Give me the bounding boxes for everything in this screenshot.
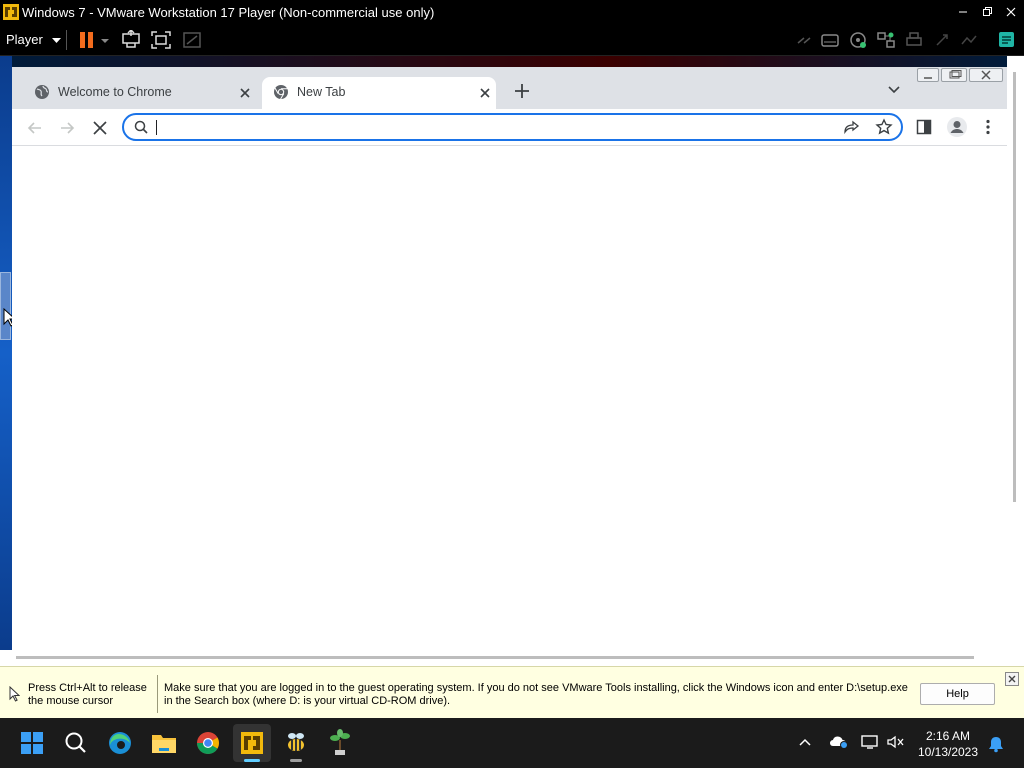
onedrive-icon[interactable] xyxy=(829,734,849,750)
edge-icon[interactable] xyxy=(101,724,139,762)
chrome-minimize-button[interactable] xyxy=(917,68,939,82)
notice-close-icon[interactable] xyxy=(1005,672,1019,686)
tab-title: Welcome to Chrome xyxy=(58,85,172,99)
hard-disk-icon[interactable] xyxy=(819,30,841,50)
chrome-icon xyxy=(273,84,289,100)
pause-icon[interactable] xyxy=(76,30,98,50)
cd-rom-icon[interactable] xyxy=(847,30,869,50)
guest-scroll-handle[interactable] xyxy=(0,272,11,340)
tab-new-tab[interactable]: New Tab xyxy=(262,77,496,109)
start-icon[interactable] xyxy=(13,724,51,762)
active-app-indicator xyxy=(244,759,260,762)
cursor-release-hint: Press Ctrl+Alt to release the mouse curs… xyxy=(28,682,147,707)
volume-muted-icon[interactable] xyxy=(886,734,906,750)
chevron-down-icon xyxy=(52,37,62,44)
restore-button[interactable] xyxy=(975,0,999,24)
tools-install-message: Make sure that you are logged in to the … xyxy=(164,682,908,707)
notice-divider xyxy=(157,675,158,713)
toolbar-divider xyxy=(66,30,67,50)
search-icon[interactable] xyxy=(57,724,95,762)
clock-time: 2:16 AM xyxy=(925,729,971,743)
guest-display[interactable]: Welcome to Chrome New Tab xyxy=(0,56,1024,666)
sound-card-icon[interactable] xyxy=(958,30,980,50)
usb-device-icon[interactable] xyxy=(931,30,953,50)
search-icon xyxy=(134,120,148,134)
send-ctrl-alt-del-icon[interactable] xyxy=(120,30,142,50)
network-adapter-icon[interactable] xyxy=(875,30,897,50)
tab-welcome-to-chrome[interactable]: Welcome to Chrome xyxy=(24,77,262,109)
message-log-icon[interactable] xyxy=(996,30,1018,50)
cursor-hint-icon xyxy=(9,686,20,702)
guest-vertical-scrollbar[interactable] xyxy=(1007,56,1024,650)
side-panel-icon[interactable] xyxy=(916,119,932,135)
tab-close-icon[interactable] xyxy=(478,86,492,100)
running-app-indicator xyxy=(290,759,302,762)
player-menu-label: Player xyxy=(6,32,43,47)
address-input[interactable] xyxy=(154,118,834,136)
unity-icon[interactable] xyxy=(181,30,203,50)
window-title: Windows 7 - VMware Workstation 17 Player… xyxy=(22,5,435,20)
chrome-close-button[interactable] xyxy=(969,68,1003,82)
show-hidden-icons-chevron-icon[interactable] xyxy=(798,737,812,747)
help-button[interactable]: Help xyxy=(920,683,995,705)
printer-icon[interactable] xyxy=(903,30,925,50)
network-display-icon[interactable] xyxy=(860,734,880,750)
tab-search-chevron-icon[interactable] xyxy=(887,85,901,95)
address-bar[interactable] xyxy=(122,113,903,141)
share-icon[interactable] xyxy=(843,119,861,135)
pause-dropdown-icon[interactable] xyxy=(98,30,112,50)
scrollbar-thumb[interactable] xyxy=(16,656,974,659)
scrollbar-thumb[interactable] xyxy=(1013,72,1016,502)
guest-horizontal-scrollbar[interactable] xyxy=(0,650,1024,666)
guest-desktop-top xyxy=(12,56,1007,67)
stop-loading-icon[interactable] xyxy=(92,120,108,136)
vmware-tools-notification: Press Ctrl+Alt to release the mouse curs… xyxy=(0,666,1024,718)
close-button[interactable] xyxy=(999,0,1023,24)
bee-icon[interactable] xyxy=(277,724,315,762)
plant-icon[interactable] xyxy=(321,724,359,762)
back-arrow-icon[interactable] xyxy=(27,120,43,136)
profile-avatar-icon[interactable] xyxy=(946,116,968,138)
chrome-window: Welcome to Chrome New Tab xyxy=(12,67,1007,650)
globe-icon xyxy=(34,84,50,100)
guest-desktop-strip xyxy=(0,56,12,650)
chrome-maximize-button[interactable] xyxy=(941,68,967,82)
forward-arrow-icon[interactable] xyxy=(59,120,75,136)
vmware-toolbar: Player xyxy=(0,24,1024,56)
windows-taskbar: 2:16 AM 10/13/2023 xyxy=(0,718,1024,768)
bookmark-star-icon[interactable] xyxy=(875,118,893,136)
minimize-button[interactable] xyxy=(951,0,975,24)
page-content[interactable] xyxy=(12,147,1007,650)
vmware-logo-icon xyxy=(3,4,19,20)
new-tab-plus-icon[interactable] xyxy=(514,83,530,99)
file-explorer-icon[interactable] xyxy=(145,724,183,762)
toolbar xyxy=(12,109,1007,146)
player-menu[interactable]: Player xyxy=(6,32,62,47)
full-screen-icon[interactable] xyxy=(150,30,172,50)
forward-arrows-icon[interactable] xyxy=(794,30,816,50)
tab-title: New Tab xyxy=(297,85,346,99)
system-clock[interactable]: 2:16 AM 10/13/2023 xyxy=(913,728,983,760)
tab-close-icon[interactable] xyxy=(238,86,252,100)
tab-strip: Welcome to Chrome New Tab xyxy=(12,67,1007,109)
more-menu-icon[interactable] xyxy=(984,119,992,135)
vmware-title-bar: Windows 7 - VMware Workstation 17 Player… xyxy=(0,0,1024,24)
notifications-bell-icon[interactable] xyxy=(987,735,1005,753)
clock-date: 10/13/2023 xyxy=(917,745,979,759)
vmware-icon[interactable] xyxy=(233,724,271,762)
chrome-icon[interactable] xyxy=(189,724,227,762)
